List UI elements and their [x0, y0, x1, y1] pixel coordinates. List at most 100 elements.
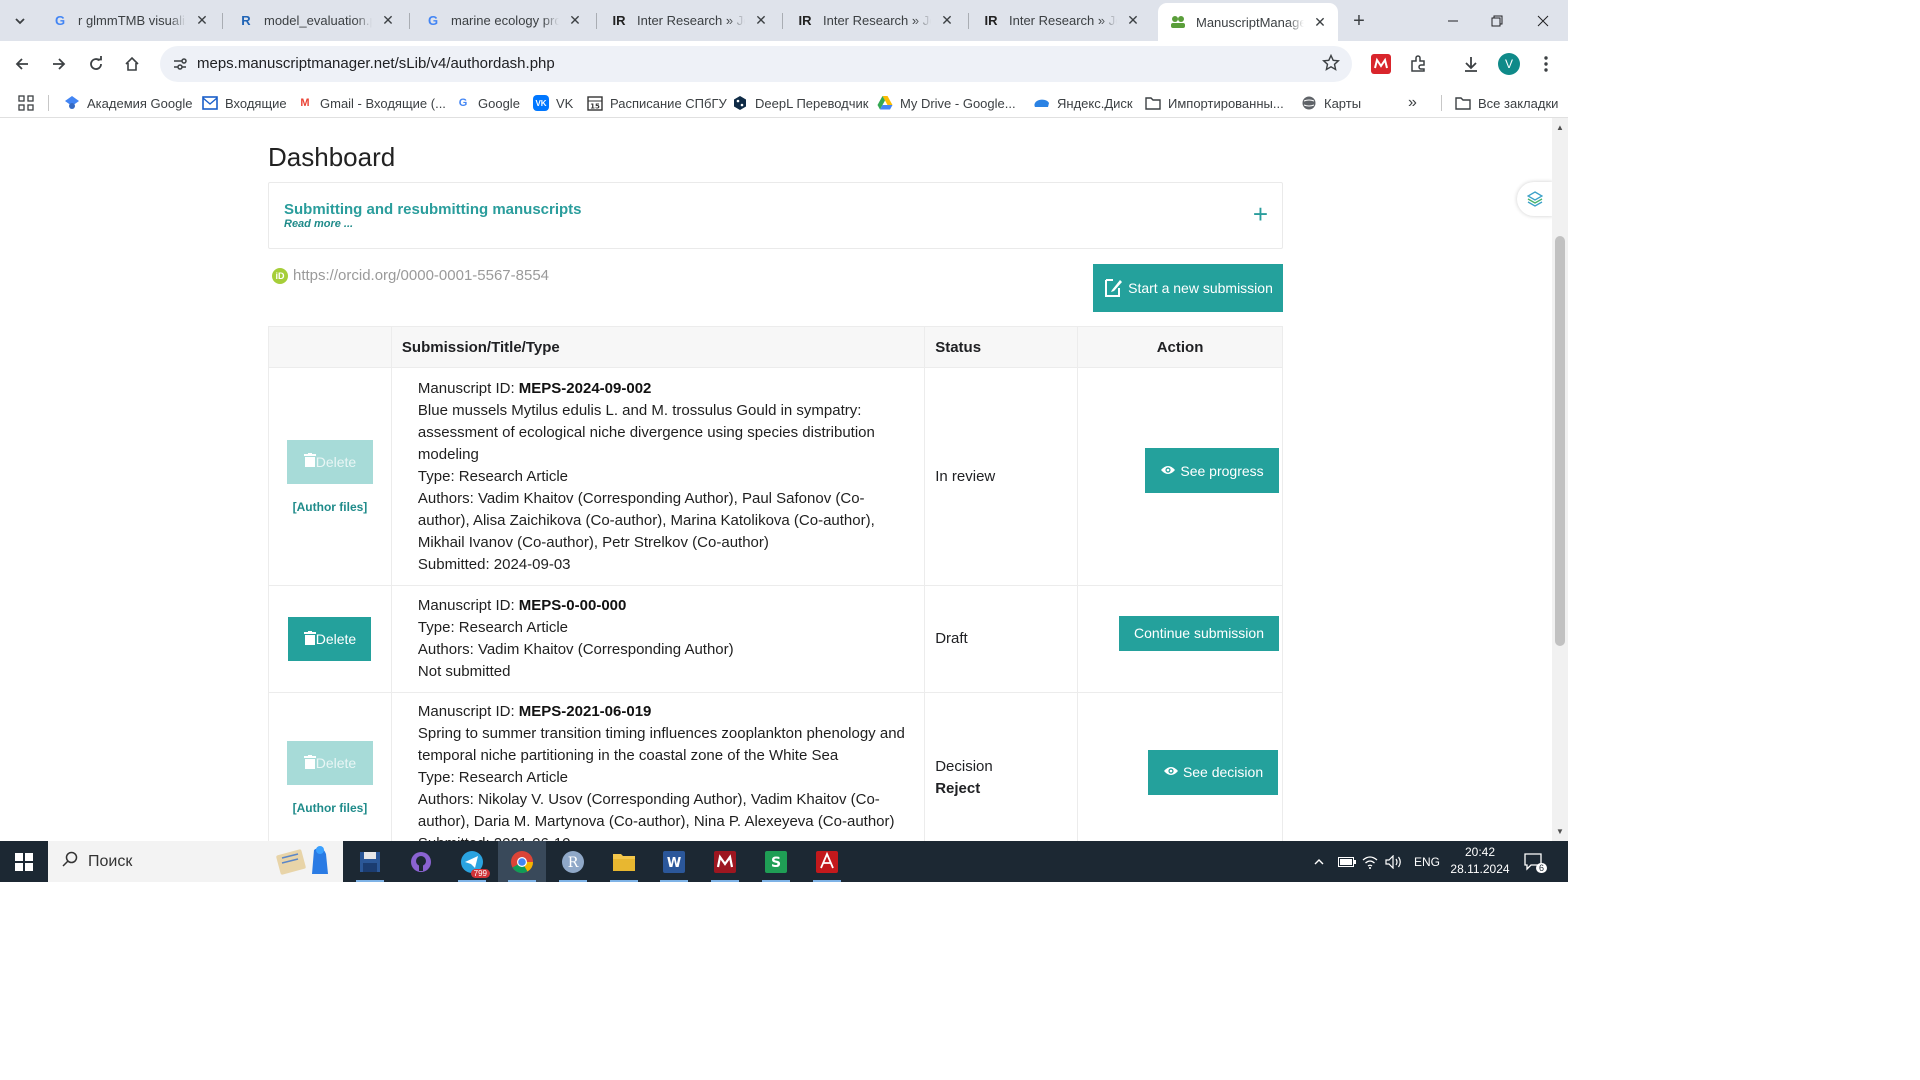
tab-1[interactable]: G r glmmTMB visualisati ✕	[40, 6, 220, 35]
bookmarks-overflow-button[interactable]: »	[1408, 93, 1417, 113]
forward-button[interactable]	[45, 50, 73, 78]
bookmark-imported[interactable]: Импортированны...	[1145, 93, 1284, 113]
author-files-link[interactable]: [Author files]	[269, 500, 391, 514]
language-indicator[interactable]: ENG	[1414, 841, 1440, 882]
taskbar-app-save[interactable]	[346, 841, 394, 882]
calendar-icon: 15	[587, 95, 603, 111]
apps-grid-button[interactable]	[18, 93, 34, 113]
accordion-title[interactable]: Submitting and resubmitting manuscripts	[284, 201, 582, 218]
more-menu-icon[interactable]	[1534, 52, 1558, 76]
bookmark-label: Расписание СПбГУ	[610, 95, 727, 111]
tab-4[interactable]: IR Inter Research » Journ ✕	[599, 6, 779, 35]
battery-icon	[1338, 856, 1356, 867]
taskbar-app-word[interactable]: W	[650, 841, 698, 882]
orcid-link[interactable]: iD https://orcid.org/0000-0001-5567-8554	[272, 267, 549, 284]
help-accordion[interactable]: Submitting and resubmitting manuscripts …	[268, 182, 1283, 249]
bookmark-star-icon[interactable]	[1321, 53, 1341, 77]
page-scrollbar[interactable]: ▲ ▼	[1552, 118, 1568, 841]
mendeley-extension-icon[interactable]	[1369, 52, 1393, 76]
bookmark-inbox[interactable]: Входящие	[202, 93, 287, 113]
close-icon[interactable]: ✕	[567, 12, 583, 29]
home-button[interactable]	[118, 50, 146, 78]
reload-button[interactable]	[82, 50, 110, 78]
back-button[interactable]	[8, 50, 36, 78]
clock-date: 28.11.2024	[1450, 862, 1510, 876]
wifi-icon	[1362, 855, 1378, 869]
bookmark-vk[interactable]: VK VK	[533, 93, 573, 113]
start-new-submission-button[interactable]: Start a new submission	[1093, 264, 1283, 312]
close-icon[interactable]: ✕	[194, 12, 210, 29]
taskbar-search[interactable]: Поиск	[48, 841, 343, 882]
scroll-up-arrow-icon[interactable]: ▲	[1556, 124, 1564, 132]
status-cell: Decision Reject	[924, 692, 1079, 841]
close-icon[interactable]: ✕	[753, 12, 769, 29]
taskbar-app-github[interactable]	[397, 841, 445, 882]
bookmark-maps[interactable]: Карты	[1301, 93, 1361, 113]
continue-submission-button[interactable]: Continue submission	[1119, 615, 1279, 651]
new-tab-button[interactable]: +	[1346, 8, 1372, 34]
pdf-icon	[816, 850, 838, 873]
side-panel-toggle[interactable]	[1517, 182, 1552, 216]
header-status: Status	[924, 326, 1079, 368]
taskbar-app-acrobat[interactable]	[803, 841, 851, 882]
close-icon[interactable]: ✕	[939, 12, 955, 29]
taskbar-app-spreadsheet[interactable]: S	[752, 841, 800, 882]
minimize-button[interactable]	[1430, 0, 1476, 41]
plus-icon[interactable]: +	[1253, 201, 1268, 227]
bookmark-gmail[interactable]: M Gmail - Входящие (...	[297, 93, 446, 113]
bookmark-google[interactable]: G Google	[455, 93, 520, 113]
tab-2[interactable]: R model_evaluation.pdf ✕	[226, 6, 406, 35]
close-icon[interactable]: ✕	[1125, 12, 1141, 29]
battery-button[interactable]	[1338, 841, 1356, 882]
notifications-button[interactable]: 6	[1524, 841, 1548, 882]
tray-overflow-button[interactable]	[1313, 841, 1325, 882]
bookmark-label: Яндекс.Диск	[1057, 95, 1133, 111]
restore-button[interactable]	[1474, 0, 1520, 41]
url-text[interactable]: meps.manuscriptmanager.net/sLib/v4/autho…	[197, 55, 555, 72]
orcid-url[interactable]: https://orcid.org/0000-0001-5567-8554	[293, 267, 549, 284]
search-placeholder: Поиск	[88, 852, 133, 870]
tab-search-button[interactable]	[7, 8, 33, 34]
extensions-puzzle-icon[interactable]	[1406, 52, 1430, 76]
see-decision-button[interactable]: See decision	[1147, 749, 1279, 795]
bookmark-my-drive[interactable]: My Drive - Google...	[877, 93, 1016, 113]
delete-button[interactable]: Delete	[288, 617, 372, 661]
see-progress-button[interactable]: See progress	[1145, 448, 1279, 493]
tab-5[interactable]: IR Inter Research » Journ ✕	[785, 6, 965, 35]
taskbar-app-mendeley[interactable]	[701, 841, 749, 882]
manuscript-id-line: Manuscript ID: MEPS-2024-09-002	[417, 379, 652, 397]
table-row: Delete [Author files] Manuscript ID: MEP…	[268, 692, 1283, 841]
delete-button: Delete	[286, 741, 373, 785]
close-icon[interactable]: ✕	[380, 12, 396, 29]
tab-6[interactable]: IR Inter Research » Journ ✕	[971, 6, 1151, 35]
scroll-down-arrow-icon[interactable]: ▼	[1556, 828, 1564, 836]
address-bar[interactable]: meps.manuscriptmanager.net/sLib/v4/autho…	[160, 46, 1352, 82]
action-cell: See progress	[1077, 367, 1283, 586]
clock[interactable]: 20:42 28.11.2024	[1446, 844, 1514, 878]
read-more-link[interactable]: Read more ...	[284, 218, 353, 230]
manuscript-type: Type: Research Article	[417, 467, 568, 485]
taskbar-app-r[interactable]: R	[549, 841, 597, 882]
scrollbar-thumb[interactable]	[1555, 236, 1565, 646]
bookmark-scholar[interactable]: Академия Google	[64, 93, 192, 113]
tab-3[interactable]: G marine ecology progr ✕	[413, 6, 593, 35]
download-icon[interactable]	[1459, 52, 1483, 76]
close-icon[interactable]: ✕	[1312, 14, 1328, 30]
window-close-button[interactable]	[1520, 0, 1566, 41]
profile-avatar[interactable]: V	[1498, 53, 1520, 75]
bookmark-deepl[interactable]: DeepL Переводчик	[732, 93, 868, 113]
taskbar-app-explorer[interactable]	[600, 841, 648, 882]
bookmark-yandex-disk[interactable]: Яндекс.Диск	[1034, 93, 1133, 113]
author-files-link[interactable]: [Author files]	[269, 801, 391, 815]
start-button[interactable]	[0, 841, 48, 882]
taskbar-app-chrome[interactable]	[498, 841, 546, 882]
taskbar-app-telegram[interactable]: 799	[448, 841, 496, 882]
volume-button[interactable]	[1385, 841, 1403, 882]
all-bookmarks-button[interactable]: Все закладки	[1455, 93, 1558, 113]
wifi-button[interactable]	[1362, 841, 1378, 882]
status-decision: Reject	[935, 780, 981, 797]
site-info-button[interactable]	[166, 50, 194, 78]
tab-manuscriptmanager[interactable]: ManuscriptManager ✕	[1158, 3, 1338, 41]
github-icon	[411, 851, 431, 872]
bookmark-spbu-schedule[interactable]: 15 Расписание СПбГУ	[587, 93, 727, 113]
